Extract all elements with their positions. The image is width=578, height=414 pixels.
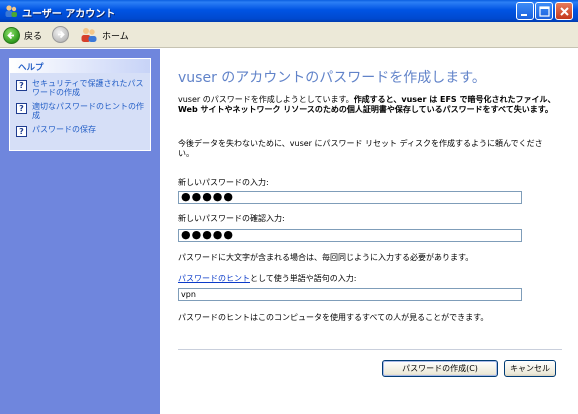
password-hint-input[interactable]: vpn — [178, 288, 522, 301]
warning-intro: vuser のパスワードを作成しようとしています。 — [178, 95, 354, 104]
create-password-button[interactable]: パスワードの作成(C) — [382, 360, 498, 377]
user-accounts-icon — [4, 4, 18, 18]
confirm-password-input[interactable]: ●●●●● — [178, 229, 522, 242]
minimize-button[interactable] — [516, 2, 534, 20]
close-icon — [560, 7, 569, 16]
hint-visibility-note: パスワードのヒントはこのコンピュータを使用するすべての人が見ることができます。 — [178, 313, 489, 322]
maximize-icon — [539, 6, 550, 17]
sidebar: ヘルプ ? セキュリティで保護されたパスワードの作成 ? 適切なパスワードのヒン… — [0, 49, 160, 414]
sidebar-item-label[interactable]: セキュリティで保護されたパスワードの作成 — [32, 79, 150, 97]
title-bar[interactable]: ユーザー アカウント — [0, 0, 578, 22]
help-panel: ヘルプ ? セキュリティで保護されたパスワードの作成 ? 適切なパスワードのヒン… — [9, 58, 151, 151]
confirm-password-label: 新しいパスワードの確認入力: — [178, 214, 285, 223]
divider — [178, 349, 562, 350]
forward-button[interactable] — [52, 26, 69, 46]
page-title: vuser のアカウントのパスワードを作成します。 — [178, 70, 486, 86]
minimize-icon — [521, 14, 527, 16]
home-label: ホーム — [102, 31, 129, 42]
help-icon: ? — [16, 80, 27, 91]
sidebar-item-secure-password[interactable]: ? セキュリティで保護されたパスワードの作成 — [16, 79, 150, 97]
sidebar-item-label[interactable]: パスワードの保存 — [32, 125, 150, 134]
sidebar-item-password-hint[interactable]: ? 適切なパスワードのヒントの作成 — [16, 102, 150, 120]
help-title: ヘルプ — [10, 59, 150, 73]
reset-disk-note: 今後データを失わないために、vuser にパスワード リセット ディスクを作成す… — [178, 139, 543, 158]
help-icon: ? — [16, 126, 27, 137]
back-arrow-icon — [3, 26, 20, 44]
window-title: ユーザー アカウント — [22, 9, 116, 20]
back-label: 戻る — [24, 31, 43, 42]
new-password-input[interactable]: ●●●●● — [178, 191, 522, 204]
forward-arrow-icon — [52, 26, 69, 43]
sidebar-item-label[interactable]: 適切なパスワードのヒントの作成 — [32, 102, 150, 120]
password-hint-link[interactable]: パスワードのヒント — [178, 274, 250, 283]
navigation-toolbar: 戻る ホーム — [0, 22, 578, 48]
hint-label-text: として使う単語や語句の入力: — [250, 274, 357, 283]
home-users-icon — [80, 27, 98, 43]
main-content: vuser のアカウントのパスワードを作成します。 vuser のパスワードを作… — [160, 49, 578, 414]
home-button[interactable]: ホーム — [80, 26, 129, 44]
case-sensitive-note: パスワードに大文字が含まれる場合は、毎回同じように入力する必要があります。 — [178, 253, 474, 262]
cancel-button[interactable]: キャンセル — [504, 360, 556, 377]
sidebar-item-store-password[interactable]: ? パスワードの保存 — [16, 125, 150, 137]
help-icon: ? — [16, 103, 27, 114]
maximize-button[interactable] — [535, 2, 553, 20]
hint-label: パスワードのヒントとして使う単語や語句の入力: — [178, 273, 356, 284]
new-password-label: 新しいパスワードの入力: — [178, 178, 269, 187]
warning-text: vuser のパスワードを作成しようとしています。作成すると、vuser は E… — [178, 95, 556, 115]
back-button[interactable]: 戻る — [3, 26, 42, 44]
close-button[interactable] — [555, 2, 573, 20]
